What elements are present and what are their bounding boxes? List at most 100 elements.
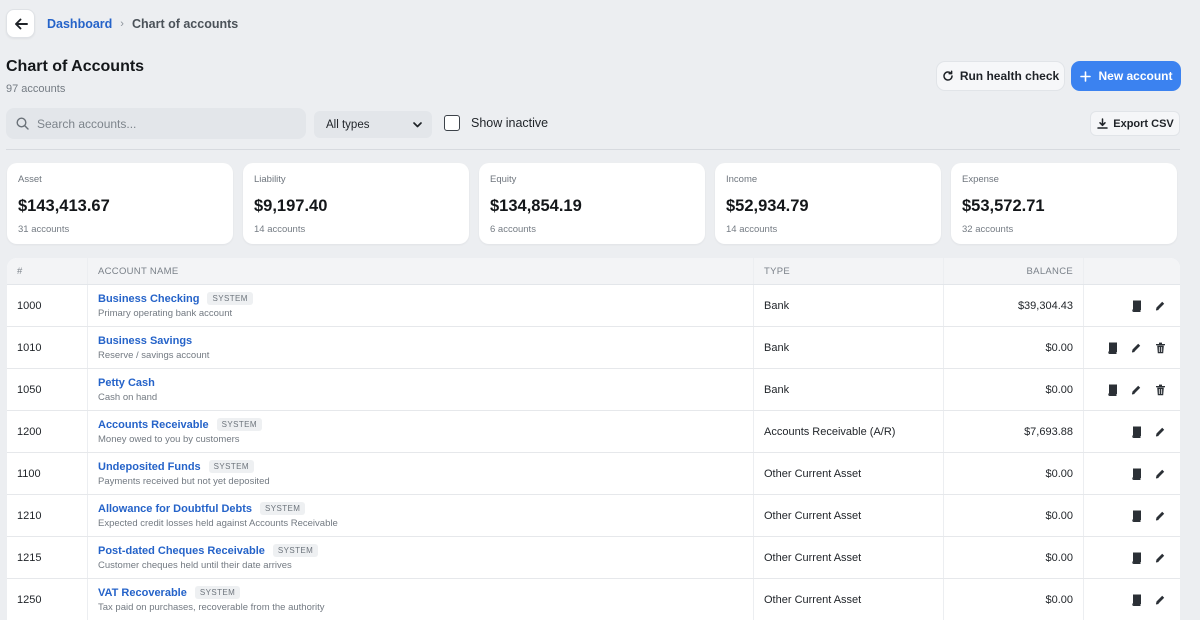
table-row[interactable]: 1000 Business Checking SYSTEM Primary opera… bbox=[7, 285, 1180, 327]
account-number: 1010 bbox=[17, 341, 42, 354]
account-balance: $0.00 bbox=[943, 453, 1083, 494]
book-icon[interactable] bbox=[1106, 384, 1118, 396]
breadcrumb-current: Chart of accounts bbox=[131, 16, 239, 31]
summary-card-equity: Equity $134,854.19 6 accounts bbox=[479, 163, 705, 244]
run-health-check-button[interactable]: Run health check bbox=[936, 61, 1065, 91]
account-name-link[interactable]: Petty Cash bbox=[98, 377, 155, 389]
summary-card-liability: Liability $9,197.40 14 accounts bbox=[243, 163, 469, 244]
pencil-icon[interactable] bbox=[1154, 594, 1166, 606]
account-name-link[interactable]: Undeposited Funds bbox=[98, 461, 201, 473]
table-row[interactable]: 1200 Accounts Receivable SYSTEM Money owed … bbox=[7, 411, 1180, 453]
search-input[interactable] bbox=[37, 116, 287, 131]
summary-card-expense: Expense $53,572.71 32 accounts bbox=[951, 163, 1177, 244]
summary-card-value: $143,413.67 bbox=[18, 197, 110, 215]
account-description: Money owed to you by customers bbox=[98, 434, 240, 445]
account-name-link[interactable]: Business Checking bbox=[98, 293, 199, 305]
book-icon[interactable] bbox=[1130, 300, 1142, 312]
arrow-left-icon bbox=[14, 17, 28, 31]
pencil-icon[interactable] bbox=[1154, 300, 1166, 312]
table-row[interactable]: 1050 Petty Cash Cash on hand Bank $0.00 bbox=[7, 369, 1180, 411]
export-csv-button[interactable]: Export CSV bbox=[1090, 111, 1180, 136]
table-row[interactable]: 1210 Allowance for Doubtful Debts SYSTEM Ex… bbox=[7, 495, 1180, 537]
account-name-line: Petty Cash bbox=[98, 377, 155, 389]
account-name-link[interactable]: Accounts Receivable bbox=[98, 419, 209, 431]
book-icon[interactable] bbox=[1130, 510, 1142, 522]
account-name-line: Accounts Receivable SYSTEM bbox=[98, 418, 262, 431]
account-name-cell: Business Savings Reserve / savings accoun… bbox=[87, 327, 753, 368]
book-icon[interactable] bbox=[1130, 468, 1142, 480]
search-box bbox=[6, 108, 306, 139]
column-header-account-name[interactable]: ACCOUNT NAME bbox=[87, 258, 753, 284]
summary-card-count: 32 accounts bbox=[962, 224, 1014, 235]
show-inactive-label[interactable]: Show inactive bbox=[471, 116, 548, 130]
account-name-link[interactable]: Business Savings bbox=[98, 335, 192, 347]
table-row[interactable]: 1100 Undeposited Funds SYSTEM Payments rece… bbox=[7, 453, 1180, 495]
chart-of-accounts-page: Dashboard › Chart of accounts Chart of A… bbox=[0, 0, 1200, 620]
pencil-icon[interactable] bbox=[1154, 468, 1166, 480]
type-select[interactable]: All types bbox=[314, 111, 432, 138]
account-description: Cash on hand bbox=[98, 391, 158, 403]
column-header-type[interactable]: TYPE bbox=[753, 258, 943, 284]
book-icon[interactable] bbox=[1130, 594, 1142, 606]
account-description: Primary operating bank account bbox=[98, 308, 233, 319]
account-balance: $0.00 bbox=[943, 495, 1083, 536]
pencil-icon[interactable] bbox=[1130, 384, 1142, 396]
column-header-number[interactable]: # bbox=[7, 258, 87, 284]
account-name-link[interactable]: Post-dated Cheques Receivable bbox=[98, 545, 265, 557]
table-row[interactable]: 1010 Business Savings Reserve / savings ac… bbox=[7, 327, 1180, 369]
system-badge: SYSTEM bbox=[216, 418, 262, 431]
page-title: Chart of Accounts bbox=[6, 58, 145, 75]
pencil-icon[interactable] bbox=[1154, 510, 1166, 522]
account-type: Bank bbox=[753, 327, 943, 368]
breadcrumb-dashboard-link[interactable]: Dashboard bbox=[47, 17, 112, 31]
account-count: 97 accounts bbox=[6, 83, 66, 95]
summary-card-value: $52,934.79 bbox=[726, 197, 809, 215]
account-type: Other Current Asset bbox=[753, 495, 943, 536]
account-description: Payments received but not yet deposited bbox=[98, 476, 270, 487]
account-name-cell: Business Checking SYSTEM Primary operating… bbox=[87, 285, 753, 326]
system-badge: SYSTEM bbox=[260, 502, 306, 515]
trash-icon[interactable] bbox=[1154, 342, 1166, 354]
account-name-line: Allowance for Doubtful Debts SYSTEM bbox=[98, 502, 306, 515]
column-header-balance[interactable]: BALANCE bbox=[943, 258, 1083, 284]
breadcrumb: Dashboard › Chart of accounts bbox=[6, 9, 238, 38]
row-actions bbox=[1083, 327, 1180, 368]
account-number: 1200 bbox=[17, 425, 42, 438]
chevron-down-icon bbox=[411, 119, 423, 131]
summary-card-value: $53,572.71 bbox=[962, 197, 1045, 215]
table-row[interactable]: 1215 Post-dated Cheques Receivable SYSTEM C… bbox=[7, 537, 1180, 579]
account-type: Accounts Receivable (A/R) bbox=[753, 411, 943, 452]
pencil-icon[interactable] bbox=[1130, 342, 1142, 354]
account-number: 1100 bbox=[17, 467, 41, 480]
account-name-line: VAT Recoverable SYSTEM bbox=[98, 586, 241, 599]
account-number: 1050 bbox=[17, 383, 42, 396]
account-type: Other Current Asset bbox=[753, 453, 943, 494]
row-actions bbox=[1083, 285, 1180, 326]
run-health-check-label: Run health check bbox=[959, 69, 1060, 83]
account-balance: $0.00 bbox=[943, 537, 1083, 578]
account-name-line: Post-dated Cheques Receivable SYSTEM bbox=[98, 544, 319, 557]
book-icon[interactable] bbox=[1130, 426, 1142, 438]
table-body: 1000 Business Checking SYSTEM Primary opera… bbox=[7, 285, 1180, 620]
account-number: 1000 bbox=[17, 299, 42, 312]
account-name-link[interactable]: VAT Recoverable bbox=[98, 587, 187, 599]
account-balance: $0.00 bbox=[943, 327, 1083, 368]
pencil-icon[interactable] bbox=[1154, 426, 1166, 438]
show-inactive-checkbox[interactable] bbox=[444, 115, 460, 131]
book-icon[interactable] bbox=[1130, 552, 1142, 564]
new-account-button[interactable]: New account bbox=[1071, 61, 1181, 91]
account-description: Tax paid on purchases, recoverable from … bbox=[98, 602, 325, 613]
book-icon[interactable] bbox=[1106, 342, 1118, 354]
trash-icon[interactable] bbox=[1154, 384, 1166, 396]
account-name-line: Business Checking SYSTEM bbox=[98, 292, 253, 305]
back-button[interactable] bbox=[6, 9, 35, 38]
new-account-label: New account bbox=[1098, 69, 1173, 83]
table-row[interactable]: 1250 VAT Recoverable SYSTEM Tax paid on pur… bbox=[7, 579, 1180, 620]
account-name-line: Business Savings bbox=[98, 335, 192, 347]
account-name-cell: Undeposited Funds SYSTEM Payments received… bbox=[87, 453, 753, 494]
pencil-icon[interactable] bbox=[1154, 552, 1166, 564]
export-csv-label: Export CSV bbox=[1113, 117, 1174, 130]
account-description: Reserve / savings account bbox=[98, 349, 210, 361]
account-name-link[interactable]: Allowance for Doubtful Debts bbox=[98, 503, 252, 515]
system-badge: SYSTEM bbox=[207, 292, 253, 305]
